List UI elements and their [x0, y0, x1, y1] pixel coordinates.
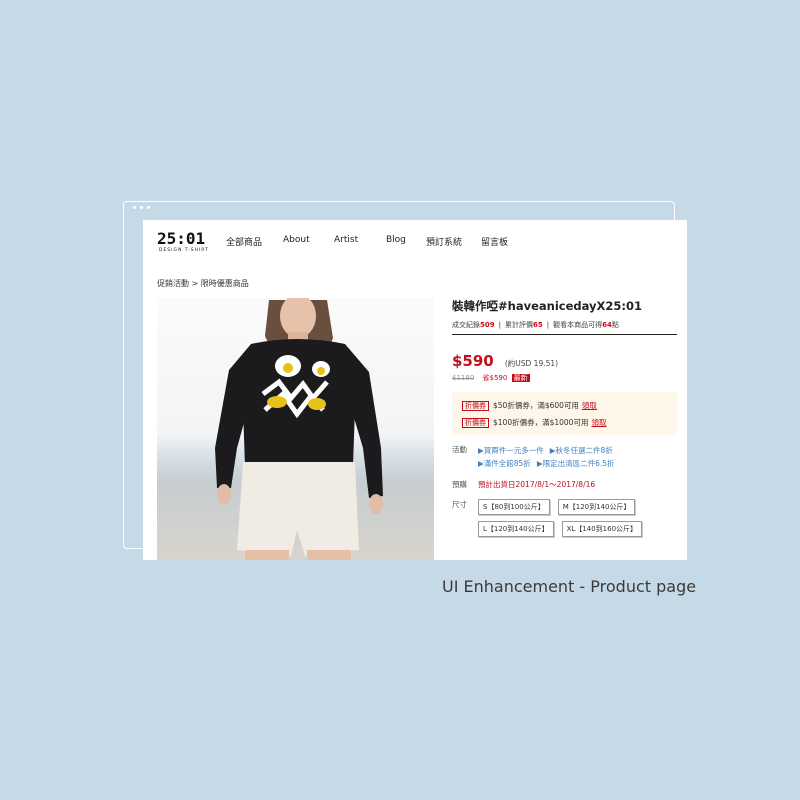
size-option-m[interactable]: M【120到140公斤】: [557, 499, 636, 515]
views-unit: 點: [611, 321, 619, 329]
nav-artist[interactable]: Artist: [334, 235, 358, 245]
nav-all-products[interactable]: 全部商品: [226, 235, 262, 248]
views-label: 觀看本商品可得: [553, 321, 603, 329]
product-info: 裝韓作啞#haveanicedayX25:01 成交紀錄509 | 累計評價65 | 觀…: [452, 298, 677, 537]
new-badge: 最新: [511, 374, 530, 382]
coupon-tag: 折價券: [462, 418, 489, 428]
coupon-tag: 折價券: [462, 401, 489, 411]
size-row: 尺寸 S【80到100公斤】 M【120到140公斤】 L【120到140公斤】…: [452, 499, 677, 537]
size-option-s[interactable]: S【80到100公斤】: [478, 499, 550, 515]
sold-label: 成交紀錄: [452, 321, 480, 329]
nav-booking[interactable]: 預訂系統: [426, 235, 462, 248]
views-points: 64: [602, 321, 612, 329]
sold-count: 509: [480, 321, 495, 329]
size-option-l[interactable]: L【120到140公斤】: [478, 521, 554, 537]
events-label: 活動: [452, 445, 467, 454]
usd-price: (約USD 19.51): [504, 359, 559, 368]
event-link[interactable]: ▶買兩件一元多一件: [478, 446, 544, 455]
price: $590: [452, 352, 494, 370]
product-title: 裝韓作啞#haveanicedayX25:01: [452, 299, 642, 313]
event-link[interactable]: ▶秋冬任選二件8折: [550, 446, 613, 455]
original-price: $1180: [452, 374, 475, 382]
breadcrumb[interactable]: 促銷活動 > 限時優惠商品: [157, 278, 249, 289]
caption: UI Enhancement - Product page: [442, 577, 697, 596]
size-options: S【80到100公斤】 M【120到140公斤】 L【120到140公斤】 XL…: [478, 499, 668, 537]
claim-coupon-link[interactable]: 領取: [582, 401, 597, 410]
logo-text: 25:01: [157, 229, 206, 248]
size-option-xl[interactable]: XL【140到160公斤】: [561, 521, 643, 537]
product-page-card: 25:01 DESIGN T-SHIRT 全部商品 About Artist B…: [143, 220, 687, 560]
preorder-date: 預計出貨日2017/8/1～2017/8/16: [478, 480, 596, 489]
size-label: 尺寸: [452, 500, 467, 509]
window-dots: [133, 206, 150, 209]
event-link[interactable]: ▶限定出清區二件6.5折: [537, 459, 615, 468]
rating-count[interactable]: 65: [533, 321, 543, 329]
preorder-row: 預購 預計出貨日2017/8/1～2017/8/16: [452, 479, 677, 490]
coupon-box: 折價券 $50折價券，滿$600可用 領取 折價券 $100折價券，滿$1000可用領…: [452, 392, 677, 435]
logo-subtext: DESIGN T-SHIRT: [159, 248, 209, 253]
product-stats: 成交紀錄509 | 累計評價65 | 觀看本商品可得64點: [452, 320, 677, 335]
save-amount: 省$590: [482, 374, 508, 382]
coupon-row: 折價券 $100折價券，滿$1000可用 領取: [462, 414, 667, 431]
coupon-text: $100折價券，滿$1000可用: [493, 418, 589, 427]
events-list: ▶買兩件一元多一件 ▶秋冬任選二件8折 ▶滿件全館85折 ▶限定出清區二件6.5折: [478, 444, 621, 470]
product-photo[interactable]: [157, 298, 434, 560]
claim-coupon-link[interactable]: 領取: [591, 418, 606, 427]
site-logo[interactable]: 25:01 DESIGN T-SHIRT: [157, 230, 212, 254]
nav-guestbook[interactable]: 留言板: [481, 235, 508, 248]
rating-label[interactable]: 累計評價: [505, 321, 533, 329]
nav-blog[interactable]: Blog: [386, 235, 406, 245]
coupon-text: $50折價券，滿$600可用: [493, 401, 579, 410]
events-row: 活動 ▶買兩件一元多一件 ▶秋冬任選二件8折 ▶滿件全館85折 ▶限定出清區二件6.…: [452, 444, 677, 470]
discount-row: $1180 省$590 最新: [452, 373, 677, 383]
nav-about[interactable]: About: [283, 235, 310, 245]
coupon-row: 折價券 $50折價券，滿$600可用 領取: [462, 397, 667, 414]
model-illustration: [215, 298, 383, 560]
event-link[interactable]: ▶滿件全館85折: [478, 459, 531, 468]
preorder-label: 預購: [452, 480, 467, 489]
price-row: $590 (約USD 19.51): [452, 351, 677, 370]
